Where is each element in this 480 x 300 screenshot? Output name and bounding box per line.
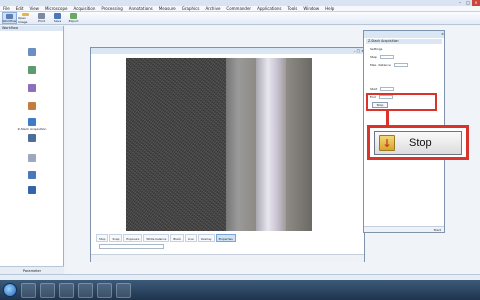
ribbon-export-button[interactable]: Export xyxy=(66,12,81,24)
image-icon xyxy=(28,102,36,110)
menu-help[interactable]: Help xyxy=(325,6,334,11)
taskbar-app-icon[interactable] xyxy=(97,282,112,298)
workflow-item-8[interactable] xyxy=(12,171,52,180)
menu-acquisition[interactable]: Acquisition xyxy=(73,6,95,11)
stop-button[interactable]: ↓ Stop xyxy=(374,131,462,155)
menu-measure[interactable]: Measure xyxy=(159,6,176,11)
parameter-tab[interactable]: Parameter xyxy=(0,266,64,274)
max-distance-field[interactable] xyxy=(393,63,408,67)
menu-view[interactable]: View xyxy=(29,6,39,11)
save-icon xyxy=(28,186,36,194)
menu-annotations[interactable]: Annotations xyxy=(129,6,153,11)
taskbar-folder-icon[interactable] xyxy=(59,282,74,298)
live-button[interactable]: Live xyxy=(184,234,197,242)
ribbon-workflow-button[interactable]: Workflow xyxy=(2,12,17,24)
stop-callout: ↓ Stop xyxy=(367,125,469,160)
workflow-item-1[interactable] xyxy=(12,48,52,57)
image-right-region xyxy=(286,58,312,231)
menu-processing[interactable]: Processing xyxy=(101,6,122,11)
menu-archive[interactable]: Archive xyxy=(205,6,220,11)
taskbar xyxy=(0,280,480,300)
camera-icon xyxy=(28,48,36,56)
workflow-item-4[interactable] xyxy=(12,102,52,111)
taskbar-explorer-icon[interactable] xyxy=(21,282,36,298)
settings-row: Settings xyxy=(370,47,383,51)
ribbon-print-button[interactable]: Print xyxy=(34,12,49,24)
workflow-panel: Workflow Z-Stack Acquisition xyxy=(0,26,64,274)
start-row: Start xyxy=(370,87,395,91)
stop-button-label: Stop xyxy=(409,137,432,149)
settings-icon xyxy=(28,84,36,92)
menu-applications[interactable]: Applications xyxy=(257,6,281,11)
highlight-box xyxy=(366,93,437,111)
tool-window-start-button[interactable]: Start xyxy=(364,226,444,232)
snap-button[interactable]: Snap xyxy=(109,234,123,242)
workflow-item-9[interactable] xyxy=(12,186,52,195)
image-window: – □ × Stop Snap Exposure White balance B… xyxy=(90,47,365,262)
workflow-item-7[interactable] xyxy=(12,154,52,163)
menu-tools[interactable]: Tools xyxy=(288,6,298,11)
ribbon-save-button[interactable]: Save xyxy=(50,12,65,24)
overlay-button[interactable]: Overlay xyxy=(197,234,215,242)
microscope-icon xyxy=(28,66,36,74)
taskbar-media-icon[interactable] xyxy=(78,282,93,298)
image-combo-select[interactable] xyxy=(99,244,164,249)
black-button[interactable]: Black xyxy=(170,234,184,242)
exposure-button[interactable]: Exposure xyxy=(123,234,143,242)
max-distance-row: Max. distance xyxy=(370,63,408,67)
tool-window-titlebar: × xyxy=(364,31,444,38)
menu-edit[interactable]: Edit xyxy=(16,6,24,11)
taskbar-browser-icon[interactable] xyxy=(40,282,55,298)
workflow-item-6[interactable] xyxy=(12,134,52,143)
stop-live-button[interactable]: Stop xyxy=(96,234,109,242)
layers-icon xyxy=(28,134,36,142)
menu-graphics[interactable]: Graphics xyxy=(182,6,200,11)
workflow-item-zstack[interactable]: Z-Stack Acquisition xyxy=(12,118,52,131)
start-button[interactable] xyxy=(3,283,17,297)
start-field[interactable] xyxy=(380,87,395,91)
arrow-down-icon: ↓ xyxy=(379,135,395,151)
image-window-titlebar: – □ × xyxy=(91,48,364,54)
image-texture-region xyxy=(126,58,226,231)
taskbar-app2-icon[interactable] xyxy=(116,282,131,298)
step-field[interactable] xyxy=(379,55,394,59)
live-image-view[interactable] xyxy=(126,58,312,231)
zstack-icon xyxy=(28,118,36,126)
image-toolbar: Stop Snap Exposure White balance Black L… xyxy=(96,234,361,242)
image-mid-region xyxy=(226,58,256,231)
ribbon-toolbar: Workflow Open Image Print Save Export xyxy=(0,12,480,25)
menu-window[interactable]: Window xyxy=(303,6,319,11)
text-icon xyxy=(28,171,36,179)
image-window-status xyxy=(91,254,364,262)
highlight-connector xyxy=(386,111,389,126)
document-icon xyxy=(28,154,36,162)
zstack-section-header: Z-Stack Acquisition xyxy=(366,39,442,44)
step-row: Step xyxy=(370,55,394,59)
ribbon-open-image-button[interactable]: Open Image xyxy=(18,12,33,24)
tool-window-close-icon[interactable]: × xyxy=(441,31,444,38)
image-bright-band xyxy=(256,58,286,231)
workflow-item-3[interactable] xyxy=(12,84,52,93)
white-balance-button[interactable]: White balance xyxy=(143,234,170,242)
properties-button[interactable]: Properties xyxy=(215,234,236,242)
menu-microscope[interactable]: Microscope xyxy=(45,6,68,11)
menu-file[interactable]: File xyxy=(3,6,10,11)
workflow-item-2[interactable] xyxy=(12,66,52,75)
menu-commander[interactable]: Commander xyxy=(226,6,251,11)
workflow-panel-header: Workflow xyxy=(0,26,63,31)
